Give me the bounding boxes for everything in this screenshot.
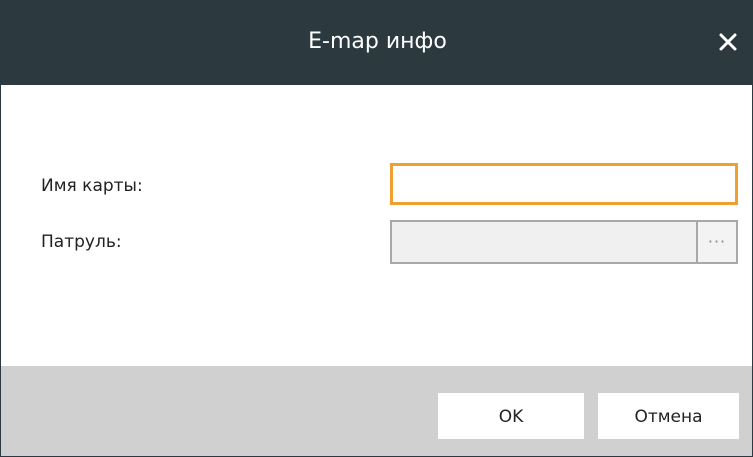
dialog-footer: OK Отмена <box>1 366 752 456</box>
patrol-label: Патруль: <box>41 232 122 252</box>
patrol-browse-button[interactable]: ··· <box>698 222 736 262</box>
close-icon <box>714 28 742 56</box>
cancel-button[interactable]: Отмена <box>598 393 739 439</box>
map-name-input[interactable] <box>390 163 738 205</box>
dialog-title: E-map инфо <box>308 29 447 54</box>
emap-info-dialog: E-map инфо Имя карты: Патруль: ··· OK От… <box>0 0 753 457</box>
map-name-label: Имя карты: <box>41 176 143 196</box>
patrol-input[interactable] <box>392 222 698 262</box>
ok-button[interactable]: OK <box>438 393 584 439</box>
dialog-titlebar: E-map инфо <box>1 0 753 85</box>
patrol-field: ··· <box>390 220 738 264</box>
close-button[interactable] <box>714 28 742 56</box>
